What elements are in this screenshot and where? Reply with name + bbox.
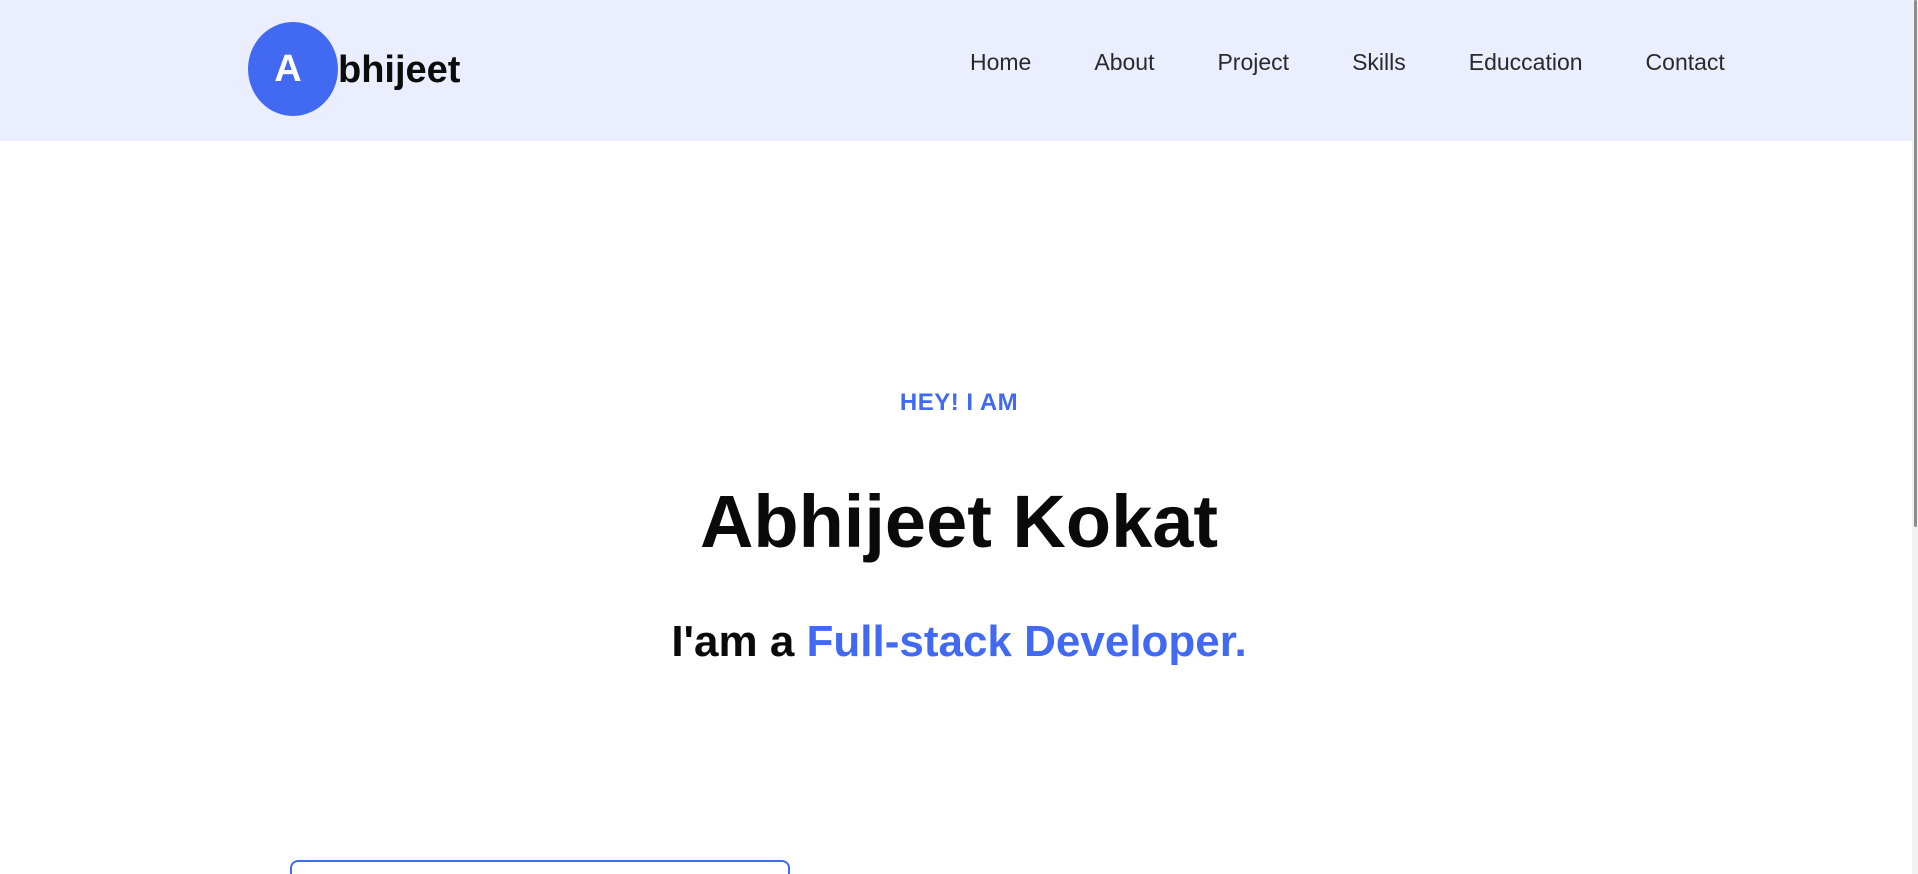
site-header: A bhijeet Home About Project Skills Educ… [0, 0, 1918, 141]
hero-role: I'am a Full-stack Developer. [0, 614, 1918, 670]
main-nav: Home About Project Skills Educcation Con… [970, 47, 1725, 77]
nav-skills[interactable]: Skills [1352, 47, 1406, 77]
nav-contact[interactable]: Contact [1646, 47, 1725, 77]
nav-about[interactable]: About [1094, 47, 1154, 77]
hero-name: Abhijeet Kokat [699, 480, 1219, 563]
logo-circle-icon: A [248, 22, 338, 116]
page: A bhijeet Home About Project Skills Educ… [0, 0, 1918, 874]
logo-text: bhijeet [338, 48, 461, 91]
nav-home[interactable]: Home [970, 47, 1031, 77]
hero-role-accent: Full-stack Developer. [806, 617, 1247, 666]
hero-eyebrow: HEY! I AM [899, 389, 1019, 416]
nav-project[interactable]: Project [1217, 47, 1289, 77]
outlined-card [290, 860, 790, 874]
scrollbar-thumb[interactable] [1914, 0, 1917, 527]
site-logo[interactable]: A bhijeet [248, 22, 460, 116]
hero-role-prefix: I'am a [671, 617, 807, 666]
nav-education[interactable]: Educcation [1469, 47, 1583, 77]
page-scrollbar[interactable] [1912, 0, 1918, 874]
